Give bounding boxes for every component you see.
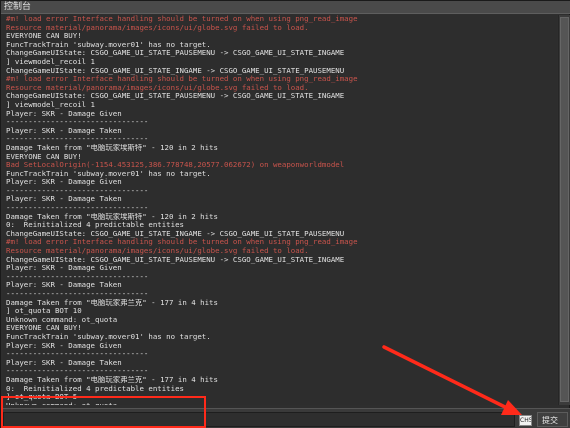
console-line: ChangeGameUIState: CSGO_GAME_UI_STATE_PA…	[6, 255, 345, 264]
console-line: Damage Taken from "电脑玩家埃斯特" - 120 in 2 h…	[6, 143, 218, 152]
console-line: Player: SKR - Damage Given	[6, 341, 122, 350]
console-line: Damage Taken from "电脑玩家弗兰克" - 177 in 4 h…	[6, 298, 218, 307]
ime-indicator-icon[interactable]: CH5	[519, 415, 532, 426]
console-line: ChangeGameUIState: CSGO_GAME_UI_STATE_PA…	[6, 49, 345, 58]
console-line: Player: SKR - Damage Given	[6, 178, 122, 187]
console-line-error: Resource material/panorama/images/icons/…	[6, 23, 309, 32]
title-bar[interactable]: 控制台	[1, 1, 570, 14]
console-line-error: Resource material/panorama/images/icons/…	[6, 247, 309, 256]
console-line: Player: SKR - Damage Taken	[6, 281, 122, 290]
console-line: --------------------------------	[6, 272, 149, 281]
console-line: --------------------------------	[6, 367, 149, 376]
console-line: --------------------------------	[6, 135, 149, 144]
console-line: FuncTrackTrain 'subway.mover01' has no t…	[6, 332, 211, 341]
console-line: Player: SKR - Damage Given	[6, 264, 122, 273]
console-line: Damage Taken from "电脑玩家埃斯特" - 120 in 2 h…	[6, 212, 218, 221]
console-line: ] ot_quota BOT 5	[6, 393, 78, 402]
console-line: --------------------------------	[6, 204, 149, 213]
console-line: Player: SKR - Damage Taken	[6, 358, 122, 367]
console-line-error: #m! load error Interface handling should…	[6, 238, 358, 247]
console-line: FuncTrackTrain 'subway.mover01' has no t…	[6, 40, 211, 49]
submit-button[interactable]: 提交	[537, 412, 568, 427]
console-output: #m! load error Interface handling should…	[3, 15, 557, 405]
console-line: Player: SKR - Damage Taken	[6, 126, 122, 135]
command-input[interactable]	[3, 412, 515, 427]
command-bar: CH5 提交	[1, 408, 570, 428]
console-line: ] viewmodel_recoil 1	[6, 100, 95, 109]
console-line: ] viewmodel_recoil 1	[6, 57, 95, 66]
console-line-error: #m! load error Interface handling should…	[6, 75, 358, 84]
console-line: EVERYONE CAN BUY!	[6, 32, 82, 41]
console-line: ChangeGameUIState: CSGO_GAME_UI_STATE_IN…	[6, 229, 345, 238]
console-line: Unknown command: ot_quota	[6, 402, 556, 405]
console-line: ChangeGameUIState: CSGO_GAME_UI_STATE_IN…	[6, 66, 345, 75]
console-line: EVERYONE CAN BUY!	[6, 152, 82, 161]
console-line: Damage Taken from "电脑玩家弗兰克" - 177 in 4 h…	[6, 375, 218, 384]
console-line: ] ot_quota BOT 10	[6, 307, 82, 316]
console-line: Player: SKR - Damage Given	[6, 109, 122, 118]
console-line-error: Bad SetLocalOrigin(-1154.453125,386.7787…	[6, 161, 345, 170]
console-line: 0: Reinitialized 4 predictable entities	[6, 384, 184, 393]
scrollbar-thumb[interactable]	[560, 17, 569, 402]
console-scrollbar[interactable]	[558, 15, 570, 405]
console-line: ChangeGameUIState: CSGO_GAME_UI_STATE_PA…	[6, 92, 345, 101]
console-line: --------------------------------	[6, 186, 149, 195]
console-line: EVERYONE CAN BUY!	[6, 324, 82, 333]
console-line: --------------------------------	[6, 118, 149, 127]
console-line: 0: Reinitialized 4 predictable entities	[6, 221, 184, 230]
console-line: Unknown command: ot_quota	[6, 315, 118, 324]
console-line: --------------------------------	[6, 290, 149, 298]
window-title: 控制台	[4, 2, 32, 12]
console-line: FuncTrackTrain 'subway.mover01' has no t…	[6, 169, 211, 178]
console-line-error: #m! load error Interface handling should…	[6, 15, 358, 23]
console-line: Player: SKR - Damage Taken	[6, 195, 122, 204]
console-line: --------------------------------	[6, 350, 149, 359]
console-lines: #m! load error Interface handling should…	[6, 15, 556, 405]
console-line-error: Resource material/panorama/images/icons/…	[6, 83, 309, 92]
console-window: 控制台 #m! load error Interface handling sh…	[0, 0, 570, 428]
